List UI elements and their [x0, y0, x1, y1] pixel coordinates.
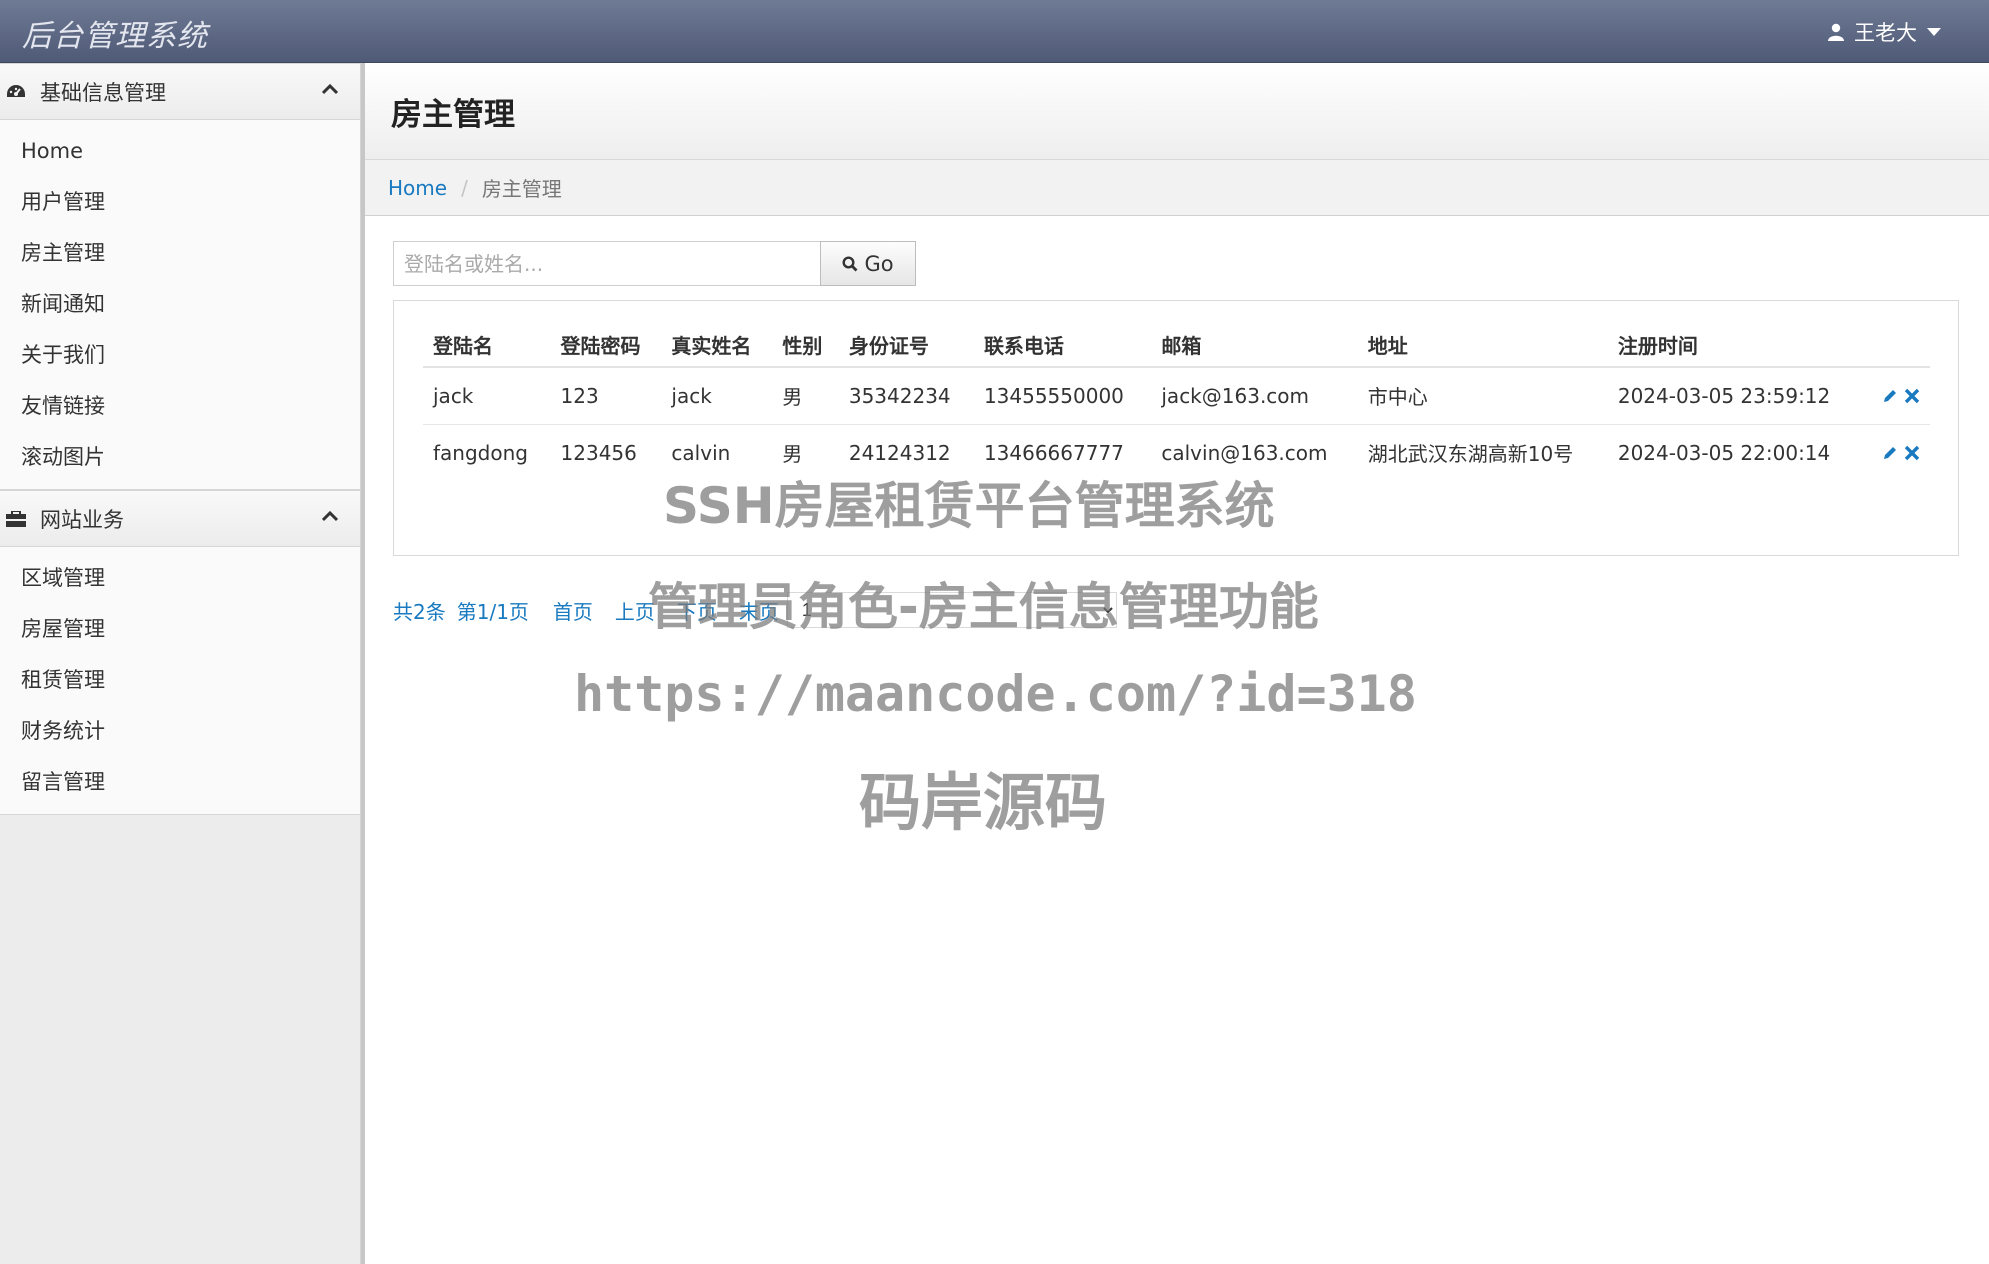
col-phone: 联系电话: [973, 323, 1152, 368]
breadcrumb-current: 房主管理: [481, 177, 562, 201]
sidebar-item-rentals[interactable]: 租赁管理: [0, 655, 360, 706]
sidebar-item-finance[interactable]: 财务统计: [0, 706, 360, 757]
sidebar-item-messages[interactable]: 留言管理: [0, 757, 360, 808]
chevron-up-icon: [322, 84, 338, 95]
col-real-name: 真实姓名: [661, 323, 773, 368]
cell-actions: [1865, 367, 1930, 425]
cell-register-time: 2024-03-05 23:59:12: [1607, 367, 1866, 425]
sidebar-item-links[interactable]: 友情链接: [0, 381, 360, 432]
sidebar-section-title: 网站业务: [40, 507, 124, 532]
sidebar-item-landlords[interactable]: 房主管理: [0, 228, 360, 279]
breadcrumb-home[interactable]: Home: [388, 176, 447, 200]
watermark-line: 管理员角色-房主信息管理功能: [648, 578, 1319, 636]
delete-icon[interactable]: [1904, 445, 1920, 461]
main-content: 房主管理 Home / 房主管理 Go 登陆名 登陆密码 真实姓名 性别 身份证…: [365, 63, 1989, 1264]
sidebar-item-news[interactable]: 新闻通知: [0, 279, 360, 330]
cell-address: 市中心: [1357, 367, 1608, 425]
edit-icon[interactable]: [1882, 388, 1898, 404]
sidebar-section-basic[interactable]: 基础信息管理: [0, 63, 360, 120]
cell-address: 湖北武汉东湖高新10号: [1367, 442, 1574, 467]
edit-icon[interactable]: [1882, 445, 1898, 461]
cell-real-name: jack: [661, 367, 773, 425]
landlord-table: 登陆名 登陆密码 真实姓名 性别 身份证号 联系电话 邮箱 地址 注册时间 ja…: [423, 323, 1930, 481]
user-icon: [1828, 23, 1844, 41]
cell-gender: 男: [772, 367, 839, 425]
sidebar-item-houses[interactable]: 房屋管理: [0, 604, 360, 655]
page-title: 房主管理: [391, 97, 515, 133]
user-menu[interactable]: 王老大: [1828, 17, 1941, 47]
sidebar-item-areas[interactable]: 区域管理: [0, 553, 360, 604]
sidebar-item-about[interactable]: 关于我们: [0, 330, 360, 381]
sidebar-item-users[interactable]: 用户管理: [0, 177, 360, 228]
col-password: 登陆密码: [550, 323, 662, 368]
table-row: jack 123 jack 男 35342234 13455550000 jac…: [423, 367, 1930, 425]
col-email: 邮箱: [1151, 323, 1358, 368]
delete-icon[interactable]: [1904, 388, 1920, 404]
sidebar-list-business: 区域管理 房屋管理 租赁管理 财务统计 留言管理: [0, 547, 360, 815]
sidebar-item-carousel[interactable]: 滚动图片: [0, 432, 360, 483]
briefcase-icon: [6, 509, 26, 529]
search-input[interactable]: [393, 241, 820, 286]
pager-page-info: 第1/1页: [456, 599, 529, 624]
pager-first[interactable]: 首页: [553, 596, 593, 625]
col-address: 地址: [1357, 323, 1608, 368]
page-header: 房主管理: [365, 63, 1989, 160]
sidebar-list-basic: Home 用户管理 房主管理 新闻通知 关于我们 友情链接 滚动图片: [0, 120, 360, 490]
watermark-line: https://maancode.com/?id=318: [574, 665, 1417, 723]
sidebar-item-home[interactable]: Home: [0, 126, 360, 177]
cell-login-name: fangdong: [433, 440, 528, 465]
user-name: 王老大: [1854, 21, 1917, 45]
col-actions: [1865, 323, 1930, 368]
cell-password: 123456: [560, 440, 637, 465]
sidebar-section-title: 基础信息管理: [40, 80, 166, 105]
dashboard-icon: [6, 82, 26, 102]
breadcrumb-separator: /: [461, 175, 468, 200]
cell-register-time: 2024-03-05 22:00:14: [1617, 440, 1831, 465]
search-go-button[interactable]: Go: [820, 241, 916, 286]
watermark-line: 码岸源码: [859, 766, 1108, 839]
app-brand[interactable]: 后台管理系统: [22, 11, 208, 55]
cell-phone: 13455550000: [973, 367, 1152, 425]
watermark-line: SSH房屋租赁平台管理系统: [663, 477, 1275, 535]
col-register-time: 注册时间: [1607, 323, 1866, 368]
caret-down-icon: [1927, 27, 1941, 36]
table-header-row: 登陆名 登陆密码 真实姓名 性别 身份证号 联系电话 邮箱 地址 注册时间: [423, 323, 1930, 368]
top-navbar: 后台管理系统 王老大: [0, 0, 1989, 63]
breadcrumb: Home / 房主管理: [365, 160, 1989, 216]
search-go-label: Go: [864, 251, 894, 276]
cell-actions: [1866, 424, 1930, 481]
cell-password: 123: [550, 367, 662, 425]
cell-id-number: 35342234: [838, 367, 974, 425]
cell-email: jack@163.com: [1151, 367, 1358, 425]
col-login-name: 登陆名: [423, 323, 551, 368]
pager-total: 共2条: [393, 599, 446, 624]
col-gender: 性别: [772, 323, 839, 368]
col-id-number: 身份证号: [838, 323, 974, 368]
chevron-up-icon: [322, 511, 338, 522]
search-bar: Go: [393, 241, 916, 286]
sidebar: 基础信息管理 Home 用户管理 房主管理 新闻通知 关于我们 友情链接 滚动图…: [0, 63, 361, 1264]
sidebar-section-business[interactable]: 网站业务: [0, 490, 360, 547]
cell-login-name: jack: [423, 367, 551, 425]
search-icon: [842, 255, 858, 271]
